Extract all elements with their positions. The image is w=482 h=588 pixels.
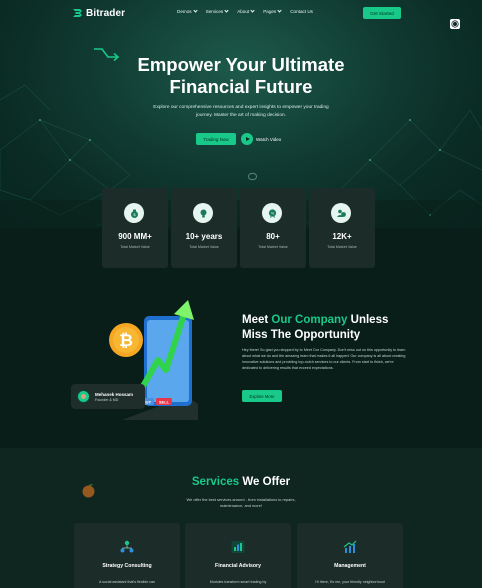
- chevron-down-icon: [277, 8, 282, 13]
- stat-value: 80+: [266, 232, 280, 241]
- service-card-title: Strategy Consulting: [102, 563, 152, 569]
- explore-more-button[interactable]: Explore More: [242, 390, 282, 402]
- nav-item-pages[interactable]: Pages: [263, 8, 282, 14]
- watch-video-button[interactable]: Watch Video: [241, 133, 281, 145]
- service-card[interactable]: Strategy Consulting A social assistant t…: [74, 523, 180, 588]
- service-card-title: Financial Advisory: [215, 563, 261, 569]
- founder-role: Founder & MD: [95, 397, 119, 402]
- stat-card: 12K+ Total Market Value: [309, 188, 375, 268]
- chat-bubble-icon: [248, 173, 257, 180]
- bitrader-logo-icon: [73, 9, 82, 17]
- founder-card: Mehanek Hossam Founder & MD: [71, 384, 145, 409]
- chevron-down-icon: [250, 8, 255, 13]
- stat-card: % 80+ Total Market Value: [240, 188, 306, 268]
- stat-card: 10+ years Total Market Value: [171, 188, 237, 268]
- services-description: We offer the best services around - from…: [186, 497, 296, 508]
- theme-toggle-button[interactable]: [450, 19, 460, 29]
- hero-description: Explore our comprehensive resources and …: [153, 105, 329, 118]
- play-icon: [241, 133, 253, 145]
- stat-label: Total Market Value: [327, 245, 357, 249]
- svg-text:₿: ₿: [119, 331, 133, 350]
- bar-chart-icon: [231, 541, 245, 553]
- about-title: Meet Our Company Unless Miss The Opportu…: [242, 314, 389, 341]
- service-card[interactable]: Management Hi there, it's me, your frien…: [297, 523, 403, 588]
- service-card[interactable]: Financial Advisory Modules transform sma…: [185, 523, 291, 588]
- money-bag-icon: $: [124, 203, 144, 223]
- about-description: Hey there! So glad you stopped by to Mee…: [242, 348, 406, 370]
- stat-label: Total Market Value: [189, 245, 219, 249]
- nav-item-demos[interactable]: Demos: [177, 8, 198, 14]
- service-card-text: Hi there, it's me, your friendly neighbo…: [315, 580, 385, 584]
- service-card-text: Modules transform smart trading by: [209, 580, 267, 584]
- trading-now-button[interactable]: Trading Now: [196, 133, 236, 145]
- stat-value: 12K+: [332, 232, 352, 241]
- stat-card: $ 900 MM+ Total Market Value: [102, 188, 168, 268]
- services-title: Services We Offer: [191, 476, 291, 488]
- main-menu: Demos Services About Pages Contact Us: [177, 8, 313, 14]
- nav-item-about[interactable]: About: [237, 8, 255, 14]
- stat-value: 10+ years: [185, 232, 223, 241]
- users-icon: [331, 203, 351, 223]
- service-card-title: Management: [334, 563, 366, 569]
- chevron-down-icon: [192, 8, 198, 13]
- stat-label: Total Market Value: [120, 245, 150, 249]
- stat-label: Total Market Value: [258, 245, 288, 249]
- org-chart-icon: [120, 540, 134, 553]
- get-started-button[interactable]: Get Started: [363, 7, 401, 19]
- growth-chart-icon: [343, 540, 357, 553]
- hero-title: Empower Your Ultimate Financial Future: [137, 54, 345, 97]
- brand-name: Bitrader: [86, 7, 126, 19]
- lightbulb-icon: [193, 203, 213, 223]
- nav-item-services[interactable]: Services: [206, 8, 229, 14]
- top-navbar: Bitrader Demos Services About Pages Cont…: [0, 0, 482, 26]
- stat-value: 900 MM+: [118, 232, 152, 241]
- chevron-down-icon: [224, 8, 229, 13]
- founder-name: Mehanek Hossam: [95, 391, 134, 397]
- phone-sell-label: SELL: [159, 400, 170, 405]
- avatar: [77, 390, 90, 403]
- service-card-text: A social assistant that's flexible can: [98, 580, 156, 584]
- brand-logo[interactable]: Bitrader: [72, 6, 125, 20]
- sun-icon: [453, 22, 457, 26]
- nav-item-contact[interactable]: Contact Us: [290, 9, 313, 14]
- percent-badge-icon: %: [262, 203, 282, 223]
